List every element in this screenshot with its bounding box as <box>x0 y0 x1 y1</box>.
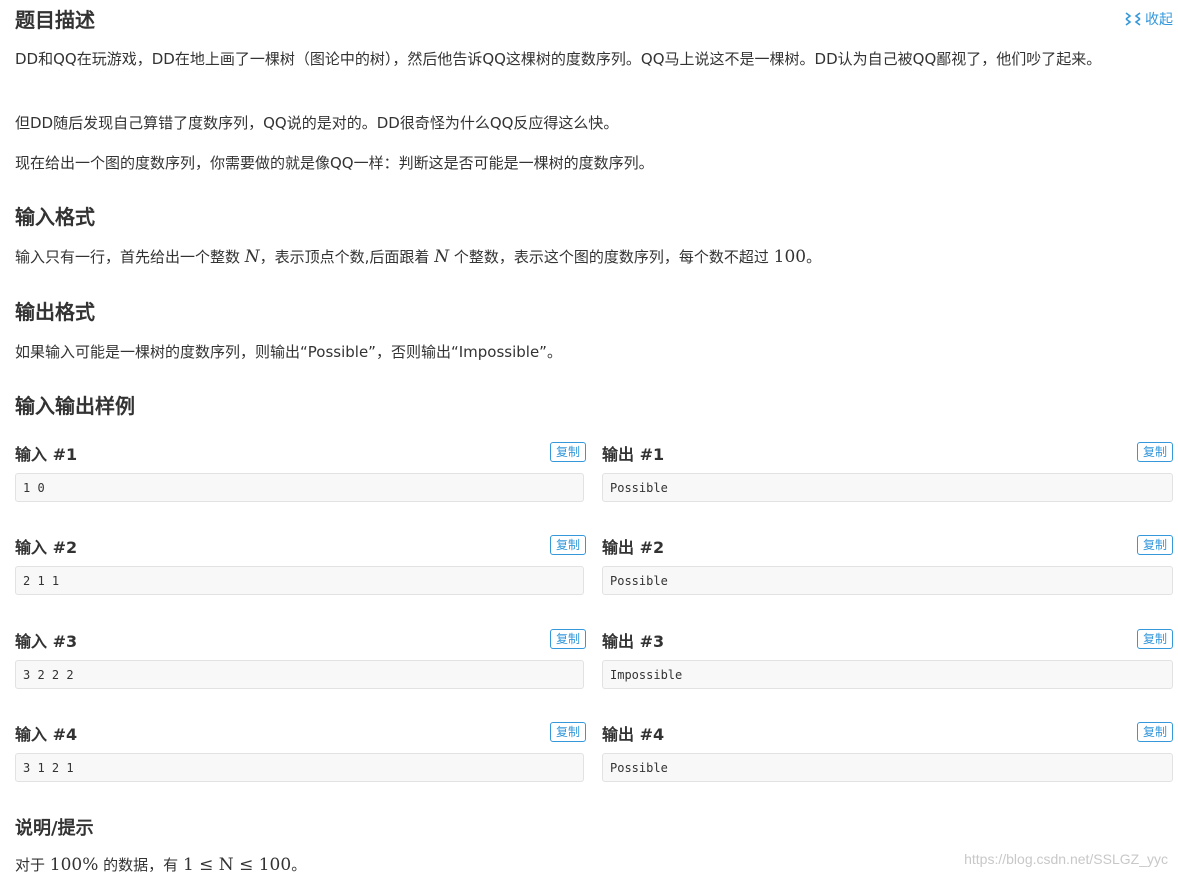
description-paragraph-2: 但DD随后发现自己算错了度数序列，QQ说的是对的。DD很奇怪为什么QQ反应得这么… <box>15 114 619 132</box>
sample-output-4: 输出 #4 复制 Possible <box>602 722 1173 786</box>
problem-page: 题目描述 收起 DD和QQ在玩游戏，DD在地上画了一棵树（图论中的树），然后他告… <box>0 0 1178 879</box>
copy-button[interactable]: 复制 <box>549 722 586 742</box>
copy-button[interactable]: 复制 <box>549 629 586 649</box>
output-format-text: 如果输入可能是一棵树的度数序列，则输出“Possible”，否则输出“Impos… <box>15 343 562 361</box>
math-percent: 100% <box>49 855 99 875</box>
sample-input-code[interactable]: 3 1 2 1 <box>15 753 584 782</box>
sample-row-4: 输入 #4 复制 3 1 2 1 输出 #4 复制 Possible <box>15 722 1173 786</box>
samples-heading: 输入输出样例 <box>15 394 135 418</box>
collapse-icon <box>1125 12 1141 26</box>
sample-input-code[interactable]: 3 2 2 2 <box>15 660 584 689</box>
sample-output-label: 输出 #3 <box>602 632 665 651</box>
sample-output-label: 输出 #1 <box>602 445 665 464</box>
description-heading: 题目描述 <box>15 8 95 32</box>
sample-output-2: 输出 #2 复制 Possible <box>602 535 1173 599</box>
sample-input-code[interactable]: 2 1 1 <box>15 566 584 595</box>
copy-button[interactable]: 复制 <box>549 535 586 555</box>
sample-output-code[interactable]: Possible <box>602 753 1173 782</box>
sample-input-label: 输入 #3 <box>15 632 78 651</box>
sample-input-2: 输入 #2 复制 2 1 1 <box>15 535 586 599</box>
math-max-value: 100 <box>773 247 807 267</box>
sample-input-label: 输入 #2 <box>15 538 78 557</box>
watermark: https://blog.csdn.net/SSLGZ_yyc <box>964 851 1168 867</box>
math-n: N <box>434 247 450 267</box>
sample-output-code[interactable]: Possible <box>602 473 1173 502</box>
collapse-label: 收起 <box>1145 12 1173 28</box>
sample-output-1: 输出 #1 复制 Possible <box>602 442 1173 506</box>
hint-heading: 说明/提示 <box>15 818 94 839</box>
sample-row-3: 输入 #3 复制 3 2 2 2 输出 #3 复制 Impossible <box>15 629 1173 693</box>
sample-row-1: 输入 #1 复制 1 0 输出 #1 复制 Possible <box>15 442 1173 506</box>
description-paragraph-1: DD和QQ在玩游戏，DD在地上画了一棵树（图论中的树），然后他告诉QQ这棵树的度… <box>15 50 1102 68</box>
sample-row-2: 输入 #2 复制 2 1 1 输出 #2 复制 Possible <box>15 535 1173 599</box>
sample-input-code[interactable]: 1 0 <box>15 473 584 502</box>
sample-output-label: 输出 #4 <box>602 725 665 744</box>
sample-input-3: 输入 #3 复制 3 2 2 2 <box>15 629 586 693</box>
math-constraint: 1 ≤ N ≤ 100 <box>182 855 292 875</box>
input-format-heading: 输入格式 <box>15 205 95 229</box>
sample-input-1: 输入 #1 复制 1 0 <box>15 442 586 506</box>
sample-input-label: 输入 #4 <box>15 725 78 744</box>
collapse-button[interactable]: 收起 <box>1125 9 1173 29</box>
copy-button[interactable]: 复制 <box>1136 535 1173 555</box>
sample-output-code[interactable]: Possible <box>602 566 1173 595</box>
sample-output-3: 输出 #3 复制 Impossible <box>602 629 1173 693</box>
copy-button[interactable]: 复制 <box>549 442 586 462</box>
description-paragraph-3: 现在给出一个图的度数序列，你需要做的就是像QQ一样：判断这是否可能是一棵树的度数… <box>15 154 654 172</box>
sample-input-4: 输入 #4 复制 3 1 2 1 <box>15 722 586 786</box>
sample-output-label: 输出 #2 <box>602 538 665 557</box>
output-format-heading: 输出格式 <box>15 300 95 324</box>
math-n: N <box>244 247 260 267</box>
copy-button[interactable]: 复制 <box>1136 629 1173 649</box>
copy-button[interactable]: 复制 <box>1136 442 1173 462</box>
copy-button[interactable]: 复制 <box>1136 722 1173 742</box>
sample-input-label: 输入 #1 <box>15 445 78 464</box>
sample-output-code[interactable]: Impossible <box>602 660 1173 689</box>
input-format-text: 输入只有一行，首先给出一个整数 N，表示顶点个数,后面跟着 N 个整数，表示这个… <box>15 247 822 267</box>
